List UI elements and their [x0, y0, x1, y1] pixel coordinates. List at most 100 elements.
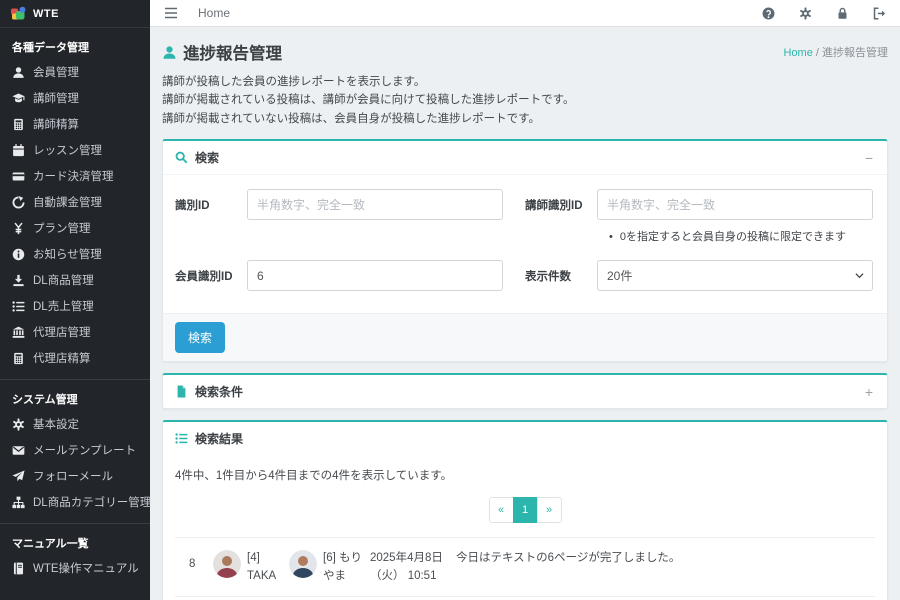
results-panel-title: 検索結果 [195, 430, 243, 447]
app-logo-text: WTE [33, 8, 59, 20]
file-icon [175, 385, 188, 398]
field-note: 0を指定すると会員自身の投稿に限定できます [597, 228, 873, 244]
sidebar-item-instructor-management[interactable]: 講師管理 [0, 85, 150, 111]
sidebar-item-label: カード決済管理 [33, 168, 114, 184]
field-label: 表示件数 [525, 260, 597, 284]
book-icon [12, 562, 25, 575]
main-area: Home 進捗報告管理 Home / 進捗報告管理 講師が投稿した会員の進捗レポ… [150, 0, 900, 600]
sidebar-item-mail-template[interactable]: メールテンプレート [0, 437, 150, 463]
graduation-cap-icon [12, 92, 25, 105]
teacher-avatar [213, 548, 247, 578]
yen-icon [12, 222, 25, 235]
result-row: 8 [4] TAKA [6] もりやま 2025年4月8日（火） 10:51 今… [175, 537, 875, 596]
list-icon [12, 300, 25, 313]
pagination-next-button[interactable]: » [537, 497, 562, 523]
sidebar-section-title: システム管理 [0, 380, 150, 411]
collapse-toggle[interactable]: − [863, 151, 875, 165]
sidebar-item-agency-settlement[interactable]: 代理店精算 [0, 345, 150, 371]
sidebar-item-basic-settings[interactable]: 基本設定 [0, 411, 150, 437]
search-form: 識別ID 講師識別ID 0を指定すると会員自身の投稿に限定できます [163, 175, 887, 313]
app-logo[interactable]: WTE [0, 0, 150, 28]
form-row: 識別ID 講師識別ID 0を指定すると会員自身の投稿に限定できます [175, 189, 875, 244]
sidebar-item-label: メールテンプレート [33, 442, 136, 458]
row-date: 2025年4月8日（火） 10:51 [370, 548, 456, 586]
sidebar-item-dl-sales-management[interactable]: DL売上管理 [0, 293, 150, 319]
expand-toggle[interactable]: + [863, 385, 875, 399]
sidebar-section-system: システム管理 基本設定 メールテンプレート フォローメール DL商品カテゴリー管… [0, 379, 150, 515]
sidebar-item-label: DL商品管理 [33, 272, 94, 288]
sign-out-icon[interactable] [873, 7, 886, 20]
page-head: 進捗報告管理 Home / 進捗報告管理 [162, 40, 888, 64]
sidebar-item-dl-product-management[interactable]: DL商品管理 [0, 267, 150, 293]
sidebar-item-auto-billing-management[interactable]: 自動課金管理 [0, 189, 150, 215]
results-body: 4件中、1件目から4件目までの4件を表示しています。 « 1 » 8 [4] T… [163, 455, 887, 600]
pagination: « 1 » [175, 497, 875, 523]
sidebar-item-follow-mail[interactable]: フォローメール [0, 463, 150, 489]
sidebar-item-member-management[interactable]: 会員管理 [0, 59, 150, 85]
form-col: 表示件数 20件 [525, 260, 875, 291]
sidebar-item-lesson-management[interactable]: レッスン管理 [0, 137, 150, 163]
hyoji-kensu-select[interactable]: 20件 [597, 260, 873, 291]
shikibetsu-id-input[interactable] [247, 189, 503, 220]
conditions-panel: 検索条件 + [162, 373, 888, 409]
sidebar-item-wte-manual[interactable]: WTE操作マニュアル [0, 555, 150, 581]
sidebar: WTE 各種データ管理 会員管理 講師管理 講師精算 レッスン管理 カード決済管… [0, 0, 150, 600]
row-report-text: 今日はテキストの6ページが完了しました。 [456, 548, 867, 568]
user-icon [12, 66, 25, 79]
sidebar-item-label: レッスン管理 [33, 142, 102, 158]
search-button[interactable]: 検索 [175, 322, 225, 353]
page-content: 進捗報告管理 Home / 進捗報告管理 講師が投稿した会員の進捗レポートを表示… [150, 27, 900, 600]
sidebar-item-dl-product-category-management[interactable]: DL商品カテゴリー管理 [0, 489, 150, 515]
info-circle-icon [12, 248, 25, 261]
pagination-page-1[interactable]: 1 [513, 497, 538, 523]
sidebar-item-label: WTE操作マニュアル [33, 560, 139, 576]
gear-icon[interactable] [799, 7, 812, 20]
sidebar-item-agency-management[interactable]: 代理店管理 [0, 319, 150, 345]
form-row: 会員識別ID 表示件数 20件 [175, 260, 875, 291]
sidebar-item-plan-management[interactable]: プラン管理 [0, 215, 150, 241]
envelope-icon [12, 444, 25, 457]
sync-icon [12, 196, 25, 209]
sidebar-item-notice-management[interactable]: お知らせ管理 [0, 241, 150, 267]
row-id: 8 [189, 548, 213, 574]
hamburger-menu-icon[interactable] [164, 7, 178, 19]
pagination-prev-button[interactable]: « [489, 497, 514, 523]
results-panel: 検索結果 4件中、1件目から4件目までの4件を表示しています。 « 1 » 8 … [162, 420, 888, 600]
lock-icon[interactable] [836, 7, 849, 20]
topbar-actions [762, 7, 886, 20]
field-label: 会員識別ID [175, 260, 247, 284]
wte-logo-icon [10, 6, 26, 22]
page-description: 講師が投稿した会員の進捗レポートを表示します。 講師が掲載されている投稿は、講師… [162, 73, 888, 128]
form-field [247, 260, 503, 291]
page-title: 進捗報告管理 [162, 40, 282, 64]
topbar: Home [150, 0, 900, 27]
breadcrumb-home-link[interactable]: Home [783, 47, 812, 59]
sidebar-item-card-payment-management[interactable]: カード決済管理 [0, 163, 150, 189]
topbar-home-link[interactable]: Home [198, 6, 230, 20]
sidebar-section-title: 各種データ管理 [0, 28, 150, 59]
breadcrumb-separator: / [816, 47, 819, 59]
sidebar-item-label: 代理店管理 [33, 324, 91, 340]
sidebar-section-data: 各種データ管理 会員管理 講師管理 講師精算 レッスン管理 カード決済管理 自動… [0, 28, 150, 371]
results-panel-header: 検索結果 [163, 422, 887, 455]
gear-icon [12, 418, 25, 431]
bank-icon [12, 326, 25, 339]
help-icon[interactable] [762, 7, 775, 20]
kaiin-id-input[interactable] [247, 260, 503, 291]
sidebar-item-label: 自動課金管理 [33, 194, 102, 210]
sidebar-item-label: 講師管理 [33, 90, 79, 106]
teacher-name: [4] TAKA [247, 548, 289, 586]
sidebar-item-label: フォローメール [33, 468, 113, 484]
paper-plane-icon [12, 470, 25, 483]
form-field: 0を指定すると会員自身の投稿に限定できます [597, 189, 873, 244]
sidebar-item-label: プラン管理 [33, 220, 91, 236]
sidebar-item-instructor-settlement[interactable]: 講師精算 [0, 111, 150, 137]
user-icon [162, 45, 177, 60]
search-panel-header: 検索 − [163, 141, 887, 175]
breadcrumb-current: 進捗報告管理 [822, 47, 888, 59]
search-panel-title: 検索 [195, 149, 219, 166]
results-summary: 4件中、1件目から4件目までの4件を表示しています。 [175, 467, 875, 483]
koshi-id-input[interactable] [597, 189, 873, 220]
description-line: 講師が掲載されている投稿は、講師が会員に向けて投稿した進捗レポートです。 [162, 91, 888, 109]
form-field [247, 189, 503, 220]
